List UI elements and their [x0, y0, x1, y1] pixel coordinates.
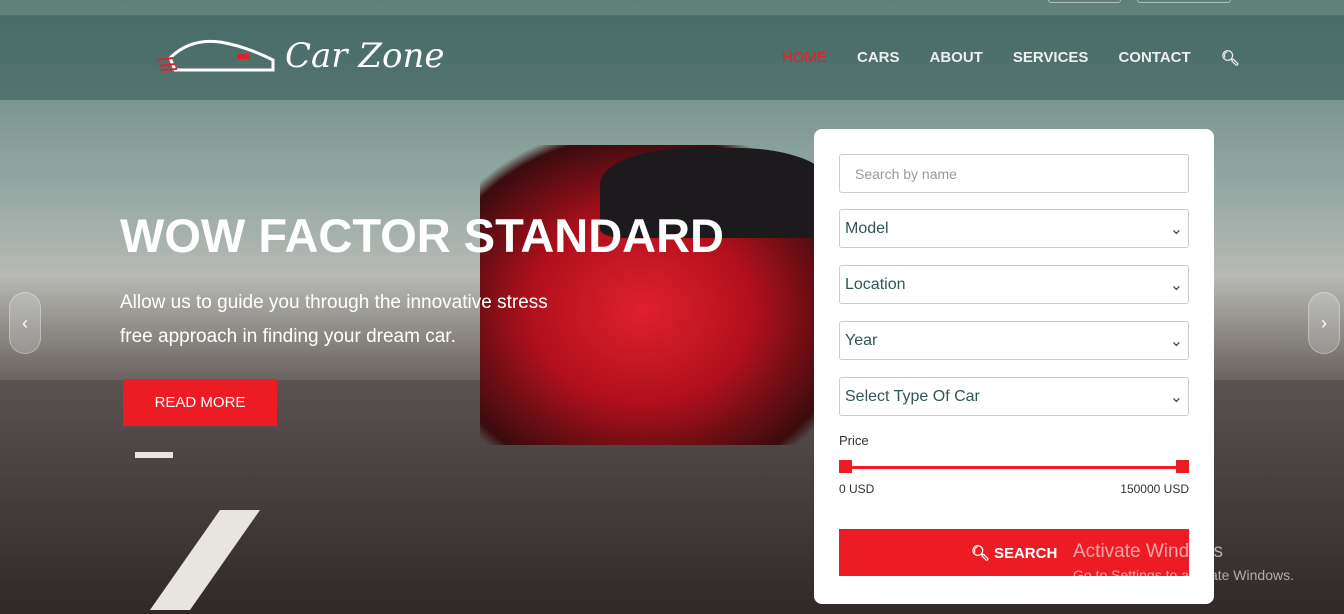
brand-name: Car Zone [285, 36, 445, 76]
hero-subtitle: Allow us to guide you through the innova… [120, 292, 548, 347]
car-type-select-value: Select Type Of Car [845, 387, 980, 405]
top-button[interactable] [1048, 0, 1121, 3]
nav-about[interactable]: ABOUT [930, 49, 983, 67]
nav-services[interactable]: SERVICES [1013, 49, 1089, 67]
search-button-label: SEARCH [993, 544, 1058, 562]
location-select-value: Location [845, 275, 906, 293]
search-panel: Search by name Model ⌄ Location ⌄ Year ⌄ Se… [814, 129, 1214, 604]
price-label: Price [839, 433, 869, 448]
price-min-handle[interactable] [839, 460, 852, 473]
year-select[interactable]: Year ⌄ [839, 321, 1189, 360]
main-nav: HOME CARS ABOUT SERVICES CONTACT 🔍︎ [782, 49, 1240, 67]
price-slider-track [839, 466, 1189, 469]
read-more-button[interactable]: READ MORE [123, 379, 277, 426]
activate-windows-watermark: Activate Windows Go to Settings to activ… [1073, 541, 1294, 583]
nav-home[interactable]: HOME [782, 49, 827, 67]
price-max: 150000 USD [1120, 482, 1189, 496]
watermark-subtitle: Go to Settings to activate Windows. [1073, 567, 1294, 583]
logo[interactable]: Car Zone [155, 36, 444, 76]
price-slider[interactable] [839, 460, 1189, 474]
watermark-title: Activate Windows [1073, 541, 1223, 562]
chevron-right-icon[interactable]: › [1308, 292, 1340, 354]
location-select[interactable]: Location ⌄ [839, 265, 1189, 304]
nav-contact[interactable]: CONTACT [1118, 49, 1190, 67]
car-type-select[interactable]: Select Type Of Car ⌄ [839, 377, 1189, 416]
price-min: 0 USD [839, 482, 875, 496]
hero-title: WOW FACTOR STANDARD [120, 209, 724, 262]
top-bar [0, 0, 1344, 16]
chevron-left-icon[interactable]: ‹ [9, 292, 41, 354]
nav-cars[interactable]: CARS [857, 49, 900, 67]
search-icon[interactable]: 🔍︎ [1221, 49, 1240, 67]
price-max-handle[interactable] [1176, 460, 1189, 473]
model-select-value: Model [845, 219, 889, 237]
year-select-value: Year [845, 331, 878, 349]
search-by-name-input[interactable]: Search by name [839, 154, 1189, 193]
car-logo-icon [156, 39, 275, 72]
chevron-down-icon: ⌄ [1169, 332, 1183, 350]
chevron-down-icon: ⌄ [1169, 276, 1183, 294]
search-icon: 🔍︎ [970, 544, 990, 562]
road-marking [135, 452, 173, 458]
chevron-down-icon: ⌄ [1169, 220, 1183, 238]
model-select[interactable]: Model ⌄ [839, 209, 1189, 248]
top-button[interactable] [1137, 0, 1231, 3]
chevron-down-icon: ⌄ [1169, 388, 1183, 406]
